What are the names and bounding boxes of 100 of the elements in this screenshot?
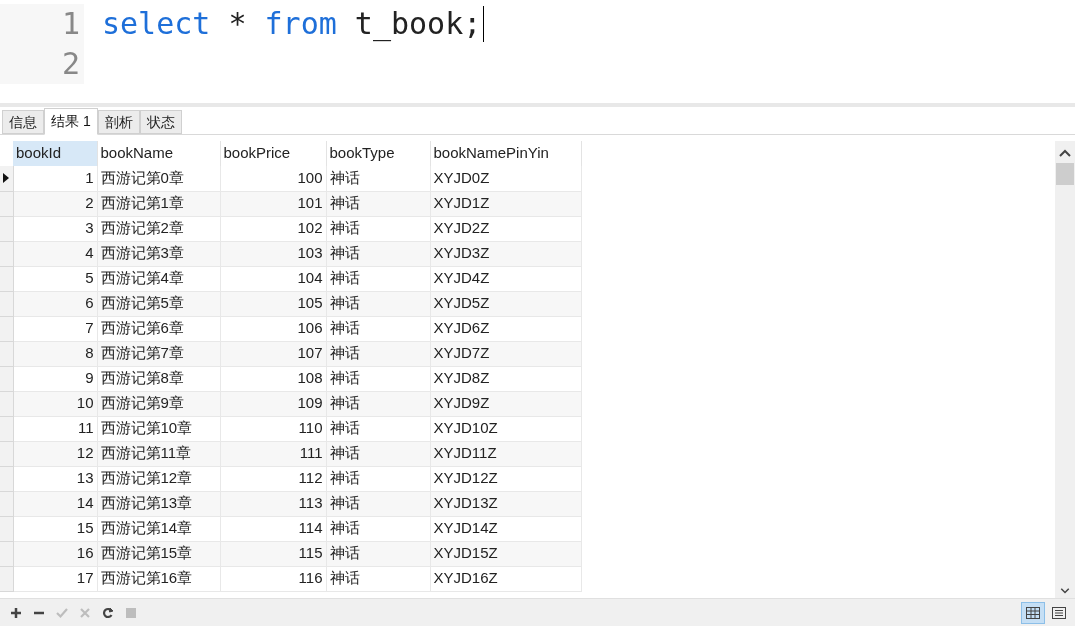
table-cell: 西游记第9章 <box>97 391 220 416</box>
column-header[interactable]: bookPrice <box>220 141 326 166</box>
row-indicator[interactable] <box>0 191 13 216</box>
table-cell: 西游记第14章 <box>97 516 220 541</box>
column-header[interactable]: bookNamePinYin <box>430 141 581 166</box>
scroll-up-icon[interactable] <box>1059 149 1071 157</box>
tab[interactable]: 信息 <box>2 110 44 134</box>
table-cell: XYJD7Z <box>430 341 581 366</box>
table-cell: XYJD14Z <box>430 516 581 541</box>
table-cell: 111 <box>220 441 326 466</box>
table-cell: 神话 <box>326 241 430 266</box>
table-cell: 神话 <box>326 316 430 341</box>
table-cell: 13 <box>13 466 97 491</box>
column-header[interactable]: bookName <box>97 141 220 166</box>
table-cell: 104 <box>220 266 326 291</box>
tab[interactable]: 剖析 <box>97 110 140 134</box>
table-cell: 11 <box>13 416 97 441</box>
scrollbar-thumb[interactable] <box>1056 163 1074 185</box>
table-cell: 神话 <box>326 216 430 241</box>
table-cell: XYJD5Z <box>430 291 581 316</box>
table-cell: 西游记第8章 <box>97 366 220 391</box>
table-cell: 西游记第6章 <box>97 316 220 341</box>
table-cell: 神话 <box>326 491 430 516</box>
table-cell: XYJD3Z <box>430 241 581 266</box>
table-cell: 12 <box>13 441 97 466</box>
table-cell: 116 <box>220 566 326 591</box>
table-cell: 103 <box>220 241 326 266</box>
column-header[interactable]: bookId <box>13 141 97 166</box>
table-cell: XYJD13Z <box>430 491 581 516</box>
list-icon <box>1051 604 1067 621</box>
table-cell: XYJD10Z <box>430 416 581 441</box>
column-header[interactable]: bookType <box>326 141 430 166</box>
table-cell: 102 <box>220 216 326 241</box>
table-cell: 西游记第13章 <box>97 491 220 516</box>
table-cell: 西游记第4章 <box>97 266 220 291</box>
table-cell: 神话 <box>326 166 430 191</box>
table-cell: 100 <box>220 166 326 191</box>
grid-view-button[interactable] <box>1021 601 1045 624</box>
scroll-down-icon[interactable] <box>1060 588 1070 594</box>
row-indicator[interactable] <box>0 491 13 516</box>
table-cell: 101 <box>220 191 326 216</box>
table-cell: XYJD4Z <box>430 266 581 291</box>
table-cell: 西游记第3章 <box>97 241 220 266</box>
table-cell: 西游记第15章 <box>97 541 220 566</box>
table-cell: 神话 <box>326 416 430 441</box>
table-cell: 西游记第16章 <box>97 566 220 591</box>
row-indicator[interactable] <box>0 441 13 466</box>
table-cell: 神话 <box>326 466 430 491</box>
row-indicator[interactable] <box>0 566 13 591</box>
table-cell: 7 <box>13 316 97 341</box>
table-cell: XYJD12Z <box>430 466 581 491</box>
table-cell: 西游记第10章 <box>97 416 220 441</box>
line-number: 1 <box>61 6 80 41</box>
table-cell: 西游记第11章 <box>97 441 220 466</box>
table-cell: XYJD8Z <box>430 366 581 391</box>
line-number: 2 <box>61 46 80 81</box>
row-indicator[interactable] <box>0 391 13 416</box>
table-cell: XYJD6Z <box>430 316 581 341</box>
row-indicator[interactable] <box>0 241 13 266</box>
vertical-scrollbar[interactable] <box>1055 141 1075 598</box>
table-cell: XYJD11Z <box>430 441 581 466</box>
table-cell: 西游记第2章 <box>97 216 220 241</box>
table-cell: XYJD1Z <box>430 191 581 216</box>
table-cell: 105 <box>220 291 326 316</box>
table-cell: 神话 <box>326 366 430 391</box>
table-cell: 神话 <box>326 391 430 416</box>
row-indicator[interactable] <box>0 316 13 341</box>
table-cell: 西游记第12章 <box>97 466 220 491</box>
table-cell: 神话 <box>326 566 430 591</box>
table-cell: 112 <box>220 466 326 491</box>
row-indicator[interactable] <box>0 216 13 241</box>
table-cell: XYJD15Z <box>430 541 581 566</box>
table-cell: 神话 <box>326 191 430 216</box>
row-indicator[interactable] <box>0 466 13 491</box>
table-cell: 神话 <box>326 516 430 541</box>
row-indicator[interactable] <box>0 416 13 441</box>
table-cell: 4 <box>13 241 97 266</box>
tab[interactable]: 状态 <box>139 110 182 134</box>
row-indicator[interactable] <box>0 266 13 291</box>
table-cell: XYJD2Z <box>430 216 581 241</box>
tab[interactable]: 结果 1 <box>44 108 98 135</box>
row-indicator[interactable] <box>0 366 13 391</box>
row-indicator[interactable] <box>0 341 13 366</box>
table-cell: 109 <box>220 391 326 416</box>
close-icon <box>78 606 91 619</box>
table-cell: 6 <box>13 291 97 316</box>
table-cell: 9 <box>13 366 97 391</box>
table-cell: 3 <box>13 216 97 241</box>
table-cell: 西游记第7章 <box>97 341 220 366</box>
table-cell: XYJD16Z <box>430 566 581 591</box>
table-cell: 西游记第1章 <box>97 191 220 216</box>
table-cell: 西游记第0章 <box>97 166 220 191</box>
table-cell: 神话 <box>326 291 430 316</box>
row-indicator[interactable] <box>0 541 13 566</box>
stop-icon <box>124 606 137 619</box>
row-indicator[interactable] <box>0 516 13 541</box>
table-cell: 15 <box>13 516 97 541</box>
code-line: select * from t_book; <box>102 5 482 44</box>
row-indicator[interactable] <box>0 291 13 316</box>
grid-icon <box>1025 604 1041 621</box>
